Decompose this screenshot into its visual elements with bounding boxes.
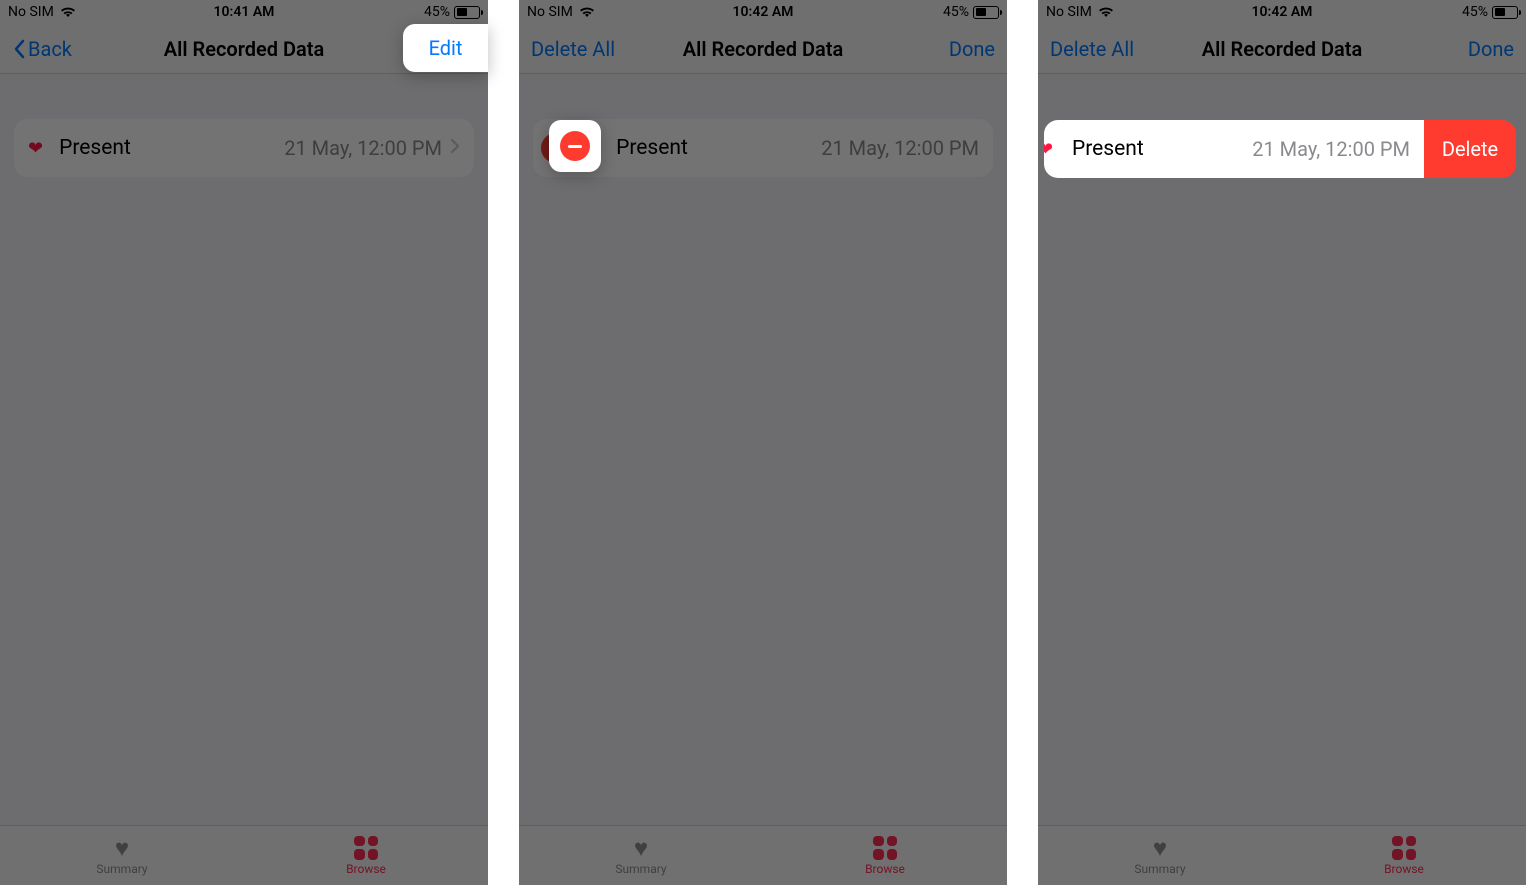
highlight-row-swipe: ❤ Present 21 May, 12:00 PM Delete xyxy=(1044,120,1516,178)
highlight-minus-button[interactable] xyxy=(549,120,601,172)
minus-icon xyxy=(560,131,590,161)
tab-summary[interactable]: ♥ Summary xyxy=(519,826,763,885)
battery-icon xyxy=(1492,6,1518,19)
tab-summary-label: Summary xyxy=(615,862,666,876)
tab-summary[interactable]: ♥ Summary xyxy=(1038,826,1282,885)
battery-pct: 45% xyxy=(943,4,969,20)
wifi-icon xyxy=(60,6,76,18)
content-area: ❤ Present 21 May, 12:00 PM xyxy=(0,74,488,825)
nav-bar: Delete All All Recorded Data Done xyxy=(1038,24,1526,74)
heart-icon: ♥ xyxy=(634,836,648,860)
delete-all-button[interactable]: Delete All xyxy=(1050,37,1134,61)
tab-bar: ♥ Summary Browse xyxy=(1038,825,1526,885)
tab-bar: ♥ Summary Browse xyxy=(519,825,1007,885)
tab-summary[interactable]: ♥ Summary xyxy=(0,826,244,885)
data-row[interactable]: ❤ Present 21 May, 12:00 PM xyxy=(533,119,993,177)
tab-browse-label: Browse xyxy=(1384,862,1424,876)
highlight-edit-button[interactable]: Edit xyxy=(403,24,488,72)
status-bar: No SIM 10:42 AM 45% xyxy=(519,0,1007,24)
row-subtitle: 21 May, 12:00 PM xyxy=(284,136,442,160)
edit-label-highlight: Edit xyxy=(429,36,463,60)
page-title: All Recorded Data xyxy=(1202,37,1362,61)
delete-all-button[interactable]: Delete All xyxy=(531,37,615,61)
nav-bar: Delete All All Recorded Data Done xyxy=(519,24,1007,74)
carrier-label: No SIM xyxy=(8,4,54,20)
grid-icon xyxy=(1392,836,1416,860)
heart-icon: ❤ xyxy=(1044,139,1053,160)
grid-icon xyxy=(873,836,897,860)
done-label: Done xyxy=(949,37,995,61)
tab-browse[interactable]: Browse xyxy=(244,826,488,885)
data-row-swiped[interactable]: ❤ Present 21 May, 12:00 PM Delete xyxy=(1044,120,1516,178)
page-title: All Recorded Data xyxy=(683,37,843,61)
battery-icon xyxy=(454,6,480,19)
grid-icon xyxy=(354,836,378,860)
heart-icon: ♥ xyxy=(1153,836,1167,860)
back-label: Back xyxy=(28,37,72,61)
row-title: Present xyxy=(59,136,284,160)
tab-browse-label: Browse xyxy=(865,862,905,876)
done-button[interactable]: Done xyxy=(1468,37,1514,61)
delete-all-label: Delete All xyxy=(531,37,615,61)
screen-2: No SIM 10:42 AM 45% Delete All All Recor… xyxy=(519,0,1007,885)
status-time: 10:42 AM xyxy=(1252,4,1313,20)
back-button[interactable]: Back xyxy=(12,37,72,61)
data-row[interactable]: ❤ Present 21 May, 12:00 PM xyxy=(14,119,474,177)
tab-summary-label: Summary xyxy=(1134,862,1185,876)
battery-icon xyxy=(973,6,999,19)
carrier-label: No SIM xyxy=(1046,4,1092,20)
row-title: Present xyxy=(616,136,821,160)
done-button[interactable]: Done xyxy=(949,37,995,61)
row-title: Present xyxy=(1072,137,1252,161)
wifi-icon xyxy=(579,6,595,18)
status-bar: No SIM 10:42 AM 45% xyxy=(1038,0,1526,24)
wifi-icon xyxy=(1098,6,1114,18)
battery-pct: 45% xyxy=(1462,4,1488,20)
page-title: All Recorded Data xyxy=(164,37,324,61)
tab-bar: ♥ Summary Browse xyxy=(0,825,488,885)
screen-3: No SIM 10:42 AM 45% Delete All All Recor… xyxy=(1038,0,1526,885)
tab-summary-label: Summary xyxy=(96,862,147,876)
tab-browse-label: Browse xyxy=(346,862,386,876)
status-bar: No SIM 10:41 AM 45% xyxy=(0,0,488,24)
delete-all-label: Delete All xyxy=(1050,37,1134,61)
delete-button[interactable]: Delete xyxy=(1424,120,1516,178)
screen-1: No SIM 10:41 AM 45% Back All Recorded Da… xyxy=(0,0,488,885)
row-subtitle: 21 May, 12:00 PM xyxy=(821,136,979,160)
tab-browse[interactable]: Browse xyxy=(763,826,1007,885)
heart-icon: ♥ xyxy=(115,836,129,860)
tab-browse[interactable]: Browse xyxy=(1282,826,1526,885)
status-time: 10:42 AM xyxy=(733,4,794,20)
row-subtitle: 21 May, 12:00 PM xyxy=(1252,137,1410,161)
chevron-left-icon xyxy=(12,39,26,59)
content-area xyxy=(1038,74,1526,825)
heart-icon: ❤ xyxy=(28,138,43,159)
done-label: Done xyxy=(1468,37,1514,61)
carrier-label: No SIM xyxy=(527,4,573,20)
status-time: 10:41 AM xyxy=(214,4,275,20)
delete-label: Delete xyxy=(1442,137,1498,161)
chevron-right-icon xyxy=(450,138,460,159)
battery-pct: 45% xyxy=(424,4,450,20)
content-area: ❤ Present 21 May, 12:00 PM xyxy=(519,74,1007,825)
